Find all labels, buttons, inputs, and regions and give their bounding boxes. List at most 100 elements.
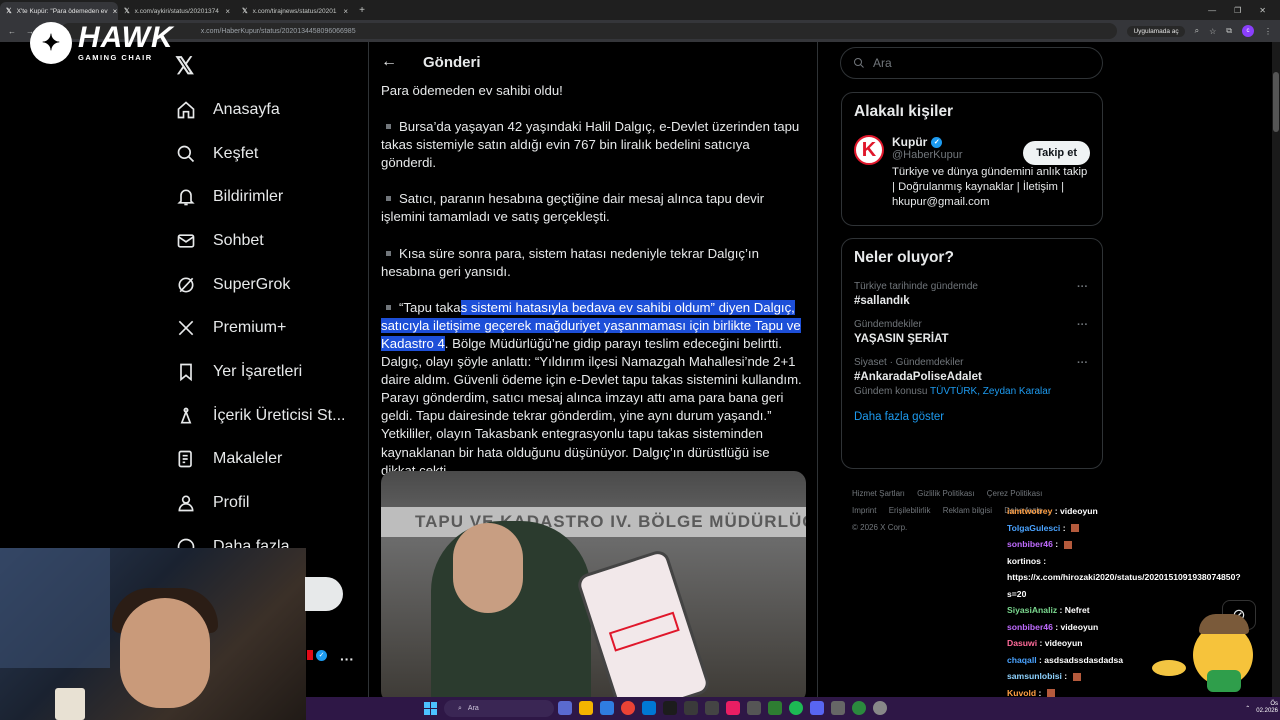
discord-icon[interactable] bbox=[810, 701, 824, 715]
chat-username[interactable]: TolgaGulesci bbox=[1007, 523, 1060, 533]
browser-tab-3[interactable]: 𝕏 x.com/tirajnews/status/20201 × bbox=[236, 2, 354, 20]
footer-link[interactable]: Erişilebilirlik bbox=[889, 506, 931, 515]
nav-item-supergrok[interactable]: SuperGrok bbox=[175, 263, 345, 307]
taskbar-app-icon[interactable] bbox=[663, 701, 677, 715]
chat-username[interactable]: sonbiber46 bbox=[1007, 622, 1053, 632]
footer-link[interactable]: Reklam bilgisi bbox=[943, 506, 992, 515]
star-icon[interactable]: ☆ bbox=[1209, 27, 1216, 36]
back-icon[interactable]: ← bbox=[8, 27, 16, 36]
x-logo-icon[interactable]: 𝕏 bbox=[175, 52, 194, 81]
trend-sub: Gündem konusu TÜVTÜRK, Zeydan Karalar bbox=[854, 386, 1052, 397]
chat-username[interactable]: sonbiber46 bbox=[1007, 539, 1053, 549]
taskbar-app-icon[interactable] bbox=[684, 701, 698, 715]
mascot-hat bbox=[1199, 614, 1249, 634]
profile-avatar[interactable]: c bbox=[1242, 25, 1254, 37]
zoom-icon[interactable]: ⌕ bbox=[1195, 26, 1199, 36]
address-bar-row: ← → ↻ x.com/HaberKupur/status/2020134458… bbox=[0, 20, 1280, 42]
url-field[interactable]: x.com/HaberKupur/status/2020134458096066… bbox=[60, 23, 1118, 39]
footer-link[interactable]: Imprint bbox=[852, 506, 876, 515]
account-more-icon[interactable]: ··· bbox=[340, 651, 354, 667]
back-arrow-icon[interactable]: ← bbox=[381, 53, 397, 71]
scrollbar-thumb[interactable] bbox=[1273, 72, 1279, 132]
taskbar-app-icon[interactable] bbox=[768, 701, 782, 715]
show-more-link[interactable]: Daha fazla göster bbox=[854, 411, 1090, 423]
chat-username[interactable]: kortinos bbox=[1007, 556, 1041, 566]
chat-text: https://x.com/hirozaki2020/status/202015… bbox=[1007, 572, 1241, 582]
edge-icon[interactable] bbox=[642, 701, 656, 715]
main-nav: Anasayfa Keşfet Bildirimler Sohbet Super… bbox=[175, 88, 345, 569]
chat-username[interactable]: SiyasiAnaliz bbox=[1007, 605, 1057, 615]
taskbar-app-icon[interactable] bbox=[705, 701, 719, 715]
trend-item[interactable]: Türkiye tarihinde gündemde #sallandık ··… bbox=[854, 281, 1090, 307]
nav-item-articles[interactable]: Makaleler bbox=[175, 438, 345, 482]
more-icon[interactable]: ··· bbox=[1077, 281, 1088, 293]
extensions-icon[interactable]: ⧉ bbox=[1226, 26, 1232, 36]
trends-card: Neler oluyor? Türkiye tarihinde gündemde… bbox=[841, 238, 1103, 469]
avatar[interactable]: K bbox=[854, 135, 884, 165]
browser-tab-1[interactable]: 𝕏 X'te Kupür: "Para ödemeden ev × bbox=[0, 2, 118, 20]
new-tab-button[interactable]: + bbox=[354, 5, 370, 16]
page-title: Gönderi bbox=[423, 53, 481, 71]
close-tab-icon[interactable]: × bbox=[113, 7, 118, 16]
taskbar-app-icon[interactable] bbox=[852, 701, 866, 715]
chat-text: asdsadssdasdadsa bbox=[1044, 654, 1124, 665]
close-window-icon[interactable]: ✕ bbox=[1259, 6, 1266, 15]
trend-item[interactable]: Siyaset · Gündemdekiler #AnkaradaPoliseA… bbox=[854, 357, 1090, 397]
taskbar-app-icon[interactable] bbox=[873, 701, 887, 715]
taskbar-app-icon[interactable] bbox=[726, 701, 740, 715]
taskbar-search-label: Ara bbox=[467, 705, 479, 712]
footer-link[interactable]: Hizmet Şartları bbox=[852, 489, 905, 498]
nav-item-bookmarks[interactable]: Yer İşaretleri bbox=[175, 350, 345, 394]
trend-name: #sallandık bbox=[854, 295, 910, 307]
chat-username[interactable]: iamtwotrey bbox=[1007, 506, 1052, 516]
menu-icon[interactable]: ⋮ bbox=[1264, 27, 1272, 36]
chat-username[interactable]: Kuvold bbox=[1007, 688, 1036, 698]
taskbar-app-icon[interactable] bbox=[558, 701, 572, 715]
windows-start-icon[interactable] bbox=[424, 702, 437, 715]
more-icon[interactable]: ··· bbox=[1077, 357, 1088, 369]
chat-separator: : bbox=[1061, 671, 1070, 681]
folder-icon[interactable] bbox=[579, 701, 593, 715]
chrome-icon[interactable] bbox=[621, 701, 635, 715]
footer-link[interactable]: Gizlilik Politikası bbox=[917, 489, 974, 498]
browser-tab-2[interactable]: 𝕏 x.com/aykiri/status/20201374 × bbox=[118, 2, 236, 20]
sponsor-sub: GAMING CHAIR bbox=[78, 53, 153, 62]
post-button[interactable] bbox=[305, 577, 343, 611]
nav-item-chat[interactable]: Sohbet bbox=[175, 219, 345, 263]
nav-item-profile[interactable]: Profil bbox=[175, 481, 345, 525]
more-icon[interactable]: ··· bbox=[1077, 319, 1088, 331]
taskbar-app-icon[interactable] bbox=[831, 701, 845, 715]
nav-item-explore[interactable]: Keşfet bbox=[175, 132, 345, 176]
taskbar-app-icon[interactable] bbox=[600, 701, 614, 715]
chevron-up-icon[interactable]: ⌃ bbox=[1245, 705, 1250, 712]
scrollbar[interactable] bbox=[1272, 42, 1280, 697]
chat-username[interactable]: chaqall bbox=[1007, 655, 1037, 665]
minimize-icon[interactable]: — bbox=[1208, 6, 1216, 15]
chat-message: https://x.com/hirozaki2020/status/202015… bbox=[1007, 569, 1277, 586]
trend-item[interactable]: Gündemdekiler YAŞASIN ŞERİAT ··· bbox=[854, 319, 1090, 345]
nav-item-creator-studio[interactable]: İçerik Üreticisi St... bbox=[175, 394, 345, 438]
follow-button[interactable]: Takip et bbox=[1023, 141, 1090, 165]
chat-username[interactable]: samsunlobisi bbox=[1007, 671, 1062, 681]
post-image[interactable]: TAPU VE KADASTRO IV. BÖLGE MÜDÜRLÜĞ bbox=[381, 471, 806, 703]
close-tab-icon[interactable]: × bbox=[343, 7, 348, 16]
taskbar-app-icon[interactable] bbox=[747, 701, 761, 715]
chat-username[interactable]: Dasuwi bbox=[1007, 638, 1037, 648]
taskbar-search[interactable]: ⌕ Ara bbox=[444, 700, 554, 717]
open-in-app-chip[interactable]: Uygulamada aç bbox=[1127, 25, 1185, 37]
trend-link[interactable]: TÜVTÜRK, Zeydan Karalar bbox=[930, 386, 1051, 397]
footer-link[interactable]: Çerez Politikası bbox=[987, 489, 1043, 498]
clock-date[interactable]: 02.2026 bbox=[1256, 708, 1278, 715]
nav-item-home[interactable]: Anasayfa bbox=[175, 88, 345, 132]
system-tray: ⌃ Ös 02.2026 bbox=[1245, 701, 1278, 715]
search-icon: ⌕ bbox=[458, 704, 462, 712]
nav-item-premium[interactable]: Premium+ bbox=[175, 306, 345, 350]
search-input[interactable]: Ara bbox=[840, 47, 1103, 79]
spotify-icon[interactable] bbox=[789, 701, 803, 715]
nav-item-notifications[interactable]: Bildirimler bbox=[175, 175, 345, 219]
close-tab-icon[interactable]: × bbox=[225, 7, 230, 16]
webcam-background bbox=[0, 548, 110, 668]
maximize-icon[interactable]: ❐ bbox=[1234, 6, 1241, 15]
clock-time[interactable]: Ös bbox=[1256, 701, 1278, 708]
nav-label: Makaleler bbox=[213, 450, 283, 468]
